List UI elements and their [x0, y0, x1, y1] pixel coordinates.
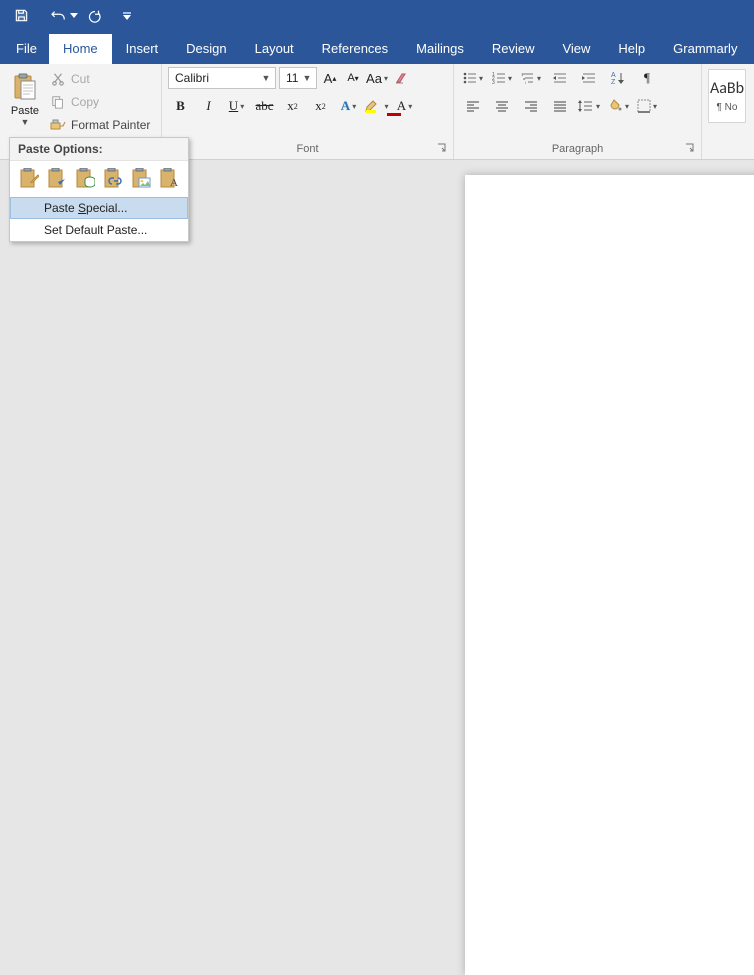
cut-label: Cut: [71, 72, 90, 86]
align-center-button[interactable]: [489, 95, 515, 117]
group-label-paragraph: Paragraph: [460, 142, 695, 157]
tab-grammarly[interactable]: Grammarly: [659, 34, 751, 64]
format-painter-button[interactable]: Format Painter: [50, 115, 150, 135]
line-spacing-button[interactable]: ▾: [576, 95, 602, 117]
paste-merge-formatting-icon[interactable]: [46, 167, 68, 191]
numbering-button[interactable]: 123▾: [489, 67, 515, 89]
svg-text:A: A: [611, 72, 616, 79]
font-color-button[interactable]: A▾: [392, 95, 417, 117]
change-case-button[interactable]: Aa▾: [366, 67, 388, 89]
style-caption: ¶ No: [717, 102, 738, 113]
subscript-button[interactable]: x2: [280, 95, 305, 117]
decrease-indent-button[interactable]: [547, 67, 573, 89]
chevron-down-icon: ▼: [259, 73, 273, 83]
paste-special-item[interactable]: Paste Special...: [10, 197, 188, 219]
svg-text:A: A: [170, 177, 178, 189]
paste-button[interactable]: Paste ▼: [6, 67, 44, 139]
font-size-value: 11: [286, 71, 300, 85]
redo-button[interactable]: [82, 3, 108, 29]
align-right-button[interactable]: [518, 95, 544, 117]
chevron-down-icon: ▼: [300, 73, 314, 83]
highlight-button[interactable]: ▾: [364, 95, 389, 117]
undo-dropdown[interactable]: [68, 3, 80, 29]
paste-picture-icon[interactable]: [130, 167, 152, 191]
svg-text:Z: Z: [611, 79, 616, 85]
paste-options-header: Paste Options:: [10, 138, 188, 161]
paste-use-destination-icon[interactable]: [74, 167, 96, 191]
cut-icon: [50, 71, 66, 87]
group-label-font: Font: [168, 142, 447, 157]
title-bar: [0, 0, 754, 31]
bold-button[interactable]: B: [168, 95, 193, 117]
multilevel-list-button[interactable]: 1ai▾: [518, 67, 544, 89]
tab-help[interactable]: Help: [604, 34, 659, 64]
clear-formatting-button[interactable]: [391, 67, 413, 89]
group-styles: AaBb ¶ No: [702, 64, 752, 159]
ribbon-tabs: File Home Insert Design Layout Reference…: [0, 31, 754, 64]
paste-link-icon[interactable]: [102, 167, 124, 191]
paste-special-label: Paste Special...: [44, 201, 127, 215]
underline-button[interactable]: U▾: [224, 95, 249, 117]
tab-view[interactable]: View: [548, 34, 604, 64]
copy-button[interactable]: Copy: [50, 92, 150, 112]
font-name-combo[interactable]: Calibri ▼: [168, 67, 276, 89]
font-size-combo[interactable]: 11 ▼: [279, 67, 317, 89]
tab-layout[interactable]: Layout: [241, 34, 308, 64]
paste-options-menu: Paste Options: A Paste Special... Set De…: [9, 137, 189, 242]
document-page[interactable]: [465, 175, 754, 975]
customize-qat-dropdown[interactable]: [120, 3, 134, 29]
format-painter-label: Format Painter: [71, 118, 150, 132]
font-launcher-icon[interactable]: [435, 141, 449, 155]
tab-file[interactable]: File: [6, 34, 49, 64]
borders-button[interactable]: ▾: [634, 95, 660, 117]
paste-keep-source-icon[interactable]: [18, 167, 40, 191]
svg-text:i: i: [525, 80, 526, 84]
group-paragraph: ▾ 123▾ 1ai▾ AZ ¶ ▾ ▾ ▾ Paragraph: [454, 64, 702, 159]
superscript-button[interactable]: x2: [308, 95, 333, 117]
justify-button[interactable]: [547, 95, 573, 117]
tab-insert[interactable]: Insert: [112, 34, 173, 64]
save-button[interactable]: [8, 3, 34, 29]
style-normal[interactable]: AaBb ¶ No: [708, 69, 746, 123]
tab-mailings[interactable]: Mailings: [402, 34, 478, 64]
shrink-font-button[interactable]: A▾: [343, 67, 363, 89]
group-font: Calibri ▼ 11 ▼ A▴ A▾ Aa▾ B I U▾ abc x2 x…: [162, 64, 454, 159]
bullets-button[interactable]: ▾: [460, 67, 486, 89]
tab-design[interactable]: Design: [172, 34, 240, 64]
copy-label: Copy: [71, 95, 99, 109]
strikethrough-button[interactable]: abc: [252, 95, 277, 117]
paste-dropdown-arrow[interactable]: ▼: [21, 117, 30, 127]
paste-text-only-icon[interactable]: A: [158, 167, 180, 191]
align-left-button[interactable]: [460, 95, 486, 117]
sort-button[interactable]: AZ: [605, 67, 631, 89]
shading-button[interactable]: ▾: [605, 95, 631, 117]
set-default-paste-item[interactable]: Set Default Paste...: [10, 219, 188, 241]
paste-label: Paste: [11, 105, 39, 117]
cut-button[interactable]: Cut: [50, 69, 150, 89]
copy-icon: [50, 94, 66, 110]
show-hide-button[interactable]: ¶: [634, 67, 660, 89]
tab-references[interactable]: References: [308, 34, 402, 64]
increase-indent-button[interactable]: [576, 67, 602, 89]
italic-button[interactable]: I: [196, 95, 221, 117]
font-name-value: Calibri: [175, 71, 259, 85]
paragraph-launcher-icon[interactable]: [683, 141, 697, 155]
grow-font-button[interactable]: A▴: [320, 67, 340, 89]
format-painter-icon: [50, 117, 66, 133]
paste-icon: [9, 71, 41, 105]
style-preview-text: AaBb: [710, 79, 744, 98]
text-effects-button[interactable]: A▾: [336, 95, 361, 117]
tab-home[interactable]: Home: [49, 34, 112, 64]
svg-text:3: 3: [492, 80, 495, 84]
tab-review[interactable]: Review: [478, 34, 549, 64]
